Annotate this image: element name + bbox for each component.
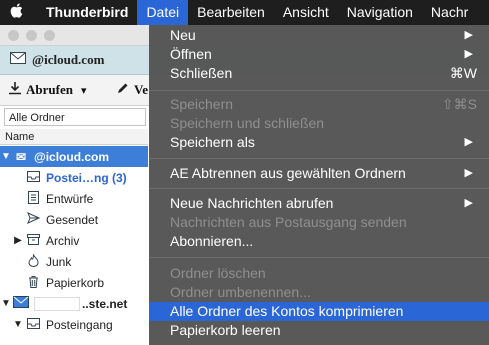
- redacted-account-name: [34, 296, 80, 311]
- expand-arrow-icon[interactable]: ▼: [0, 151, 12, 162]
- submenu-arrow-icon: ▶: [464, 29, 473, 41]
- folder-sent[interactable]: Gesendet: [0, 209, 148, 230]
- draft-document-icon: [24, 190, 42, 207]
- write-button[interactable]: Ve: [116, 79, 148, 101]
- fetch-mail-button[interactable]: Abrufen ▾: [8, 79, 86, 101]
- shortcut-label: ⌘W: [449, 65, 477, 81]
- menu-separator: [149, 158, 489, 159]
- junk-flame-icon: [24, 252, 42, 270]
- menu-separator: [149, 90, 489, 91]
- envelope-icon: [10, 52, 26, 68]
- account-envelope-icon: ✉: [15, 149, 27, 164]
- pencil-icon: [116, 82, 129, 99]
- menu-item-speichern-als[interactable]: Speichern als ▶: [149, 133, 489, 152]
- menu-datei[interactable]: Datei: [137, 0, 189, 25]
- zoom-window-button[interactable]: [44, 30, 55, 41]
- menu-item-abonnieren[interactable]: Abonnieren...: [149, 232, 489, 251]
- submenu-arrow-icon: ▶: [464, 136, 473, 148]
- send-icon: [24, 212, 42, 227]
- expand-arrow-icon[interactable]: ▶: [12, 235, 24, 246]
- menu-thunderbird[interactable]: Thunderbird: [32, 0, 137, 25]
- menu-item-speichern-und-schliessen: Speichern und schließen: [170, 115, 325, 131]
- menu-item-neue-nachrichten-abrufen[interactable]: Neue Nachrichten abrufen ▶: [149, 194, 489, 213]
- tab-account[interactable]: @icloud.com: [0, 46, 149, 74]
- menu-bearbeiten[interactable]: Bearbeiten: [188, 0, 274, 25]
- menu-nachrichten[interactable]: Nachr: [422, 0, 477, 25]
- expand-arrow-icon[interactable]: ▼: [12, 319, 24, 330]
- submenu-arrow-icon: ▶: [464, 197, 473, 209]
- chevron-down-icon[interactable]: ▾: [81, 84, 87, 97]
- menu-item-speichern: Speichern ⇧⌘S: [170, 96, 477, 112]
- menu-separator: [149, 257, 489, 258]
- folder-account-icloud[interactable]: ▼ ✉ @icloud.com: [0, 146, 148, 167]
- submenu-arrow-icon: ▶: [464, 48, 473, 60]
- download-icon: [8, 81, 22, 99]
- menu-item-ordner-umbenennen: Ordner umbenennen...: [170, 284, 311, 300]
- inbox-icon: [24, 170, 42, 185]
- submenu-arrow-icon: ▶: [464, 167, 473, 179]
- tab-label: @icloud.com: [32, 52, 105, 67]
- account-envelope-icon: [12, 296, 30, 311]
- menu-item-papierkorb-leeren[interactable]: Papierkorb leeren: [149, 321, 489, 340]
- inbox-icon: [24, 317, 42, 332]
- folder-inbox[interactable]: Postei…ng (3): [0, 167, 148, 188]
- folder-archive[interactable]: ▶ Archiv: [0, 230, 148, 251]
- expand-arrow-icon[interactable]: ▼: [0, 298, 12, 309]
- menu-item-neu[interactable]: Neu ▶: [149, 26, 489, 45]
- folder-drafts[interactable]: Entwürfe: [0, 188, 148, 209]
- folder-junk[interactable]: Junk: [0, 251, 148, 272]
- datei-dropdown-menu: Neu ▶ Öffnen ▶ Schließen ⌘W Speichern ⇧⌘…: [149, 25, 489, 345]
- minimize-window-button[interactable]: [26, 30, 37, 41]
- menu-navigation[interactable]: Navigation: [338, 0, 422, 25]
- menu-separator: [149, 188, 489, 189]
- trash-icon: [24, 275, 42, 291]
- menu-item-schliessen[interactable]: Schließen ⌘W: [149, 64, 489, 83]
- folder-column-header[interactable]: Name: [0, 129, 148, 145]
- folder-trash[interactable]: Papierkorb: [0, 272, 148, 293]
- menu-bar: Thunderbird Datei Bearbeiten Ansicht Nav…: [0, 0, 489, 25]
- menu-item-postausgang-senden: Nachrichten aus Postausgang senden: [170, 214, 407, 230]
- apple-logo-icon[interactable]: [0, 2, 32, 23]
- menu-item-oeffnen[interactable]: Öffnen ▶: [149, 45, 489, 64]
- folder-filter-select[interactable]: Alle Ordner: [4, 108, 146, 126]
- folder-inbox-second[interactable]: ▼ Posteingang: [0, 314, 148, 335]
- archive-box-icon: [24, 233, 42, 248]
- menu-item-ae-abtrennen[interactable]: AE Abtrennen aus gewählten Ordnern ▶: [149, 164, 489, 183]
- shortcut-label: ⇧⌘S: [441, 96, 477, 112]
- folder-account-second[interactable]: ▼ ..ste.net: [0, 293, 148, 314]
- menu-ansicht[interactable]: Ansicht: [274, 0, 338, 25]
- close-window-button[interactable]: [8, 30, 19, 41]
- menu-item-ordner-loeschen: Ordner löschen: [170, 265, 266, 281]
- menu-item-alle-ordner-komprimieren[interactable]: Alle Ordner des Kontos komprimieren: [149, 302, 489, 321]
